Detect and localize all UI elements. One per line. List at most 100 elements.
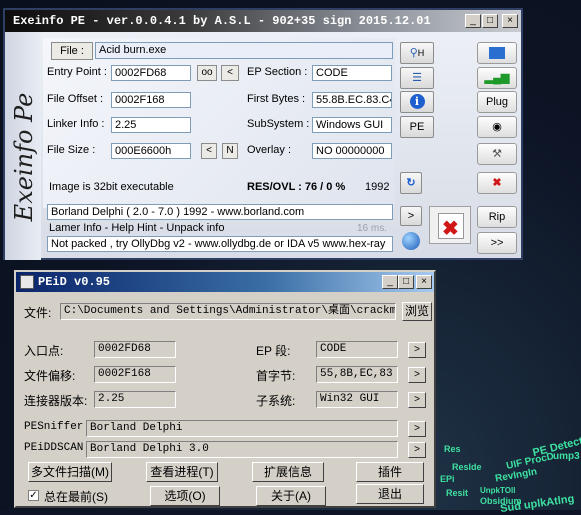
desktop-text: Reslde [452,462,482,472]
peid-subsys-arrow-button[interactable]: > [408,392,426,408]
go-button[interactable]: > [400,206,422,226]
cross-icon: ✖ [442,218,459,240]
desktop-text: Res [444,444,461,454]
image-info-text: Image is 32bit executable [49,181,174,193]
folder-icon [489,47,505,59]
peid-first-arrow-button[interactable]: > [408,367,426,383]
peid-subsys-label: 子系统: [256,394,296,408]
next-button[interactable]: >> [477,232,517,254]
year-text: 1992 [365,181,390,193]
refresh-icon: ↻ [406,177,416,189]
peid-entry-field[interactable]: 0002FD68 [94,341,176,358]
magnifier-icon: ⚲ [409,47,418,59]
peid-ep-field[interactable]: CODE [316,341,398,358]
subsystem-field[interactable]: Windows GUI [312,117,392,133]
desktop-text: Resit [446,488,469,498]
overlay-field[interactable]: NO 00000000 [312,143,392,159]
plugins-button[interactable]: 插件 [356,462,424,482]
peid-offset-field[interactable]: 0002F168 [94,366,176,383]
drop-scan-area[interactable]: ✖ [429,206,471,244]
pesniffer-field[interactable]: Borland Delphi [86,420,398,437]
size-n-button[interactable]: N [222,143,238,159]
peid-close-button[interactable]: × [416,275,432,289]
list-icon: ☰ [412,72,422,84]
pesniffer-arrow-button[interactable]: > [408,421,426,437]
peid-subsys-field[interactable]: Win32 GUI [316,391,398,408]
info-button[interactable]: i [400,91,434,113]
capture-button[interactable]: ◉ [477,116,517,138]
extra-info-button[interactable]: 扩展信息 [252,462,324,482]
plug-button[interactable]: Plug [477,91,517,113]
globe-icon[interactable] [402,232,420,250]
res-ovl-text: RES/OVL : 76 / 0 % [247,181,346,193]
stats-button[interactable]: ▂▄▆ [477,67,517,89]
exit-button[interactable]: ✖ [477,172,517,194]
size-prev-button[interactable]: < [201,143,217,159]
time-text: 16 ms. [357,223,388,234]
tools-button[interactable]: ⚒ [477,143,517,165]
ep-section-field[interactable]: CODE [312,65,392,81]
maximize-button[interactable]: □ [482,14,498,28]
peid-first-field[interactable]: 55,8B,EC,83 [316,366,398,383]
view-process-button[interactable]: 查看进程(T) [146,462,218,482]
file-name-field[interactable]: Acid burn.exe [95,42,393,59]
always-on-top-label[interactable]: 总在最前(S) [44,488,108,505]
close-button[interactable]: × [502,14,518,28]
file-offset-field[interactable]: 0002F168 [111,92,191,108]
search-button[interactable]: ⚲H [400,42,434,64]
peiddscan-arrow-button[interactable]: > [408,442,426,458]
subsystem-label: SubSystem : [247,118,310,130]
options-button[interactable]: 选项(O) [150,486,220,506]
browse-button[interactable]: 浏览 [402,302,432,321]
first-bytes-label: First Bytes : [247,93,306,105]
hint-text[interactable]: Lamer Info - Help Hint - Unpack info [49,222,224,234]
file-offset-label: File Offset : [47,93,104,105]
desktop-text: EPi [440,474,455,484]
file-size-field[interactable]: 000E6600h [111,143,191,159]
peid-linker-field[interactable]: 2.25 [94,391,176,408]
always-on-top-checkbox[interactable]: ✓ [28,490,39,501]
detection-field[interactable]: Borland Delphi ( 2.0 - 7.0 ) 1992 - www.… [47,204,393,220]
desktop-text: ump3 [553,451,580,462]
peid-entry-label: 入口点: [24,344,64,358]
multi-scan-button[interactable]: 多文件扫描(M) [28,462,112,482]
unpack-info-field[interactable]: Not packed , try OllyDbg v2 - www.ollydb… [47,236,393,252]
linker-info-label: Linker Info : [47,118,105,130]
first-bytes-field[interactable]: 55.8B.EC.83.C4 [312,92,392,108]
peid-offset-label: 文件偏移: [24,369,76,383]
file-size-label: File Size : [47,144,96,156]
overlay-label: Overlay : [247,144,292,156]
entry-point-field[interactable]: 0002FD68 [111,65,191,81]
peid-app-icon [20,275,34,289]
bar-chart-icon: ▂▄▆ [484,72,510,84]
peid-exit-button[interactable]: 退出 [356,484,424,504]
minimize-button[interactable]: _ [465,14,481,28]
peid-minimize-button[interactable]: _ [382,275,398,289]
linker-info-field[interactable]: 2.25 [111,117,191,133]
sections-button[interactable]: ☰ [400,67,434,89]
close-x-icon: ✖ [492,177,502,189]
rip-button[interactable]: Rip [477,206,517,228]
pesniffer-label: PESniffer: [24,421,91,433]
exeinfo-logo: Exeinfo Pe [10,92,38,222]
pe-button[interactable]: PE [400,116,434,138]
peid-ep-arrow-button[interactable]: > [408,342,426,358]
wrench-icon: ⚒ [492,148,502,160]
desktop-text: UnpkTOll [480,486,516,495]
peid-window: PEiD v0.95 _ □ × 文件: C:\Documents and Se… [14,270,436,508]
peiddscan-field[interactable]: Borland Delphi 3.0 [86,441,398,458]
refresh-button[interactable]: ↻ [400,172,422,194]
exeinfo-window: Exeinfo PE - ver.0.0.4.1 by A.S.L - 902+… [3,8,523,260]
open-folder-button[interactable] [477,42,517,64]
exeinfo-title: Exeinfo PE - ver.0.0.4.1 by A.S.L - 902+… [5,10,521,32]
about-button[interactable]: 关于(A) [256,486,326,506]
camera-icon: ◉ [492,121,502,133]
ep-section-label: EP Section : [247,66,308,78]
peid-file-path[interactable]: C:\Documents and Settings\Administrator\… [60,303,396,320]
peiddscan-label: PEiDDSCAN: [24,442,91,454]
entry-oo-button[interactable]: oo [197,65,217,81]
entry-prev-button[interactable]: < [221,65,239,81]
file-button[interactable]: File : [51,42,93,60]
peid-maximize-button[interactable]: □ [398,275,414,289]
exeinfo-logo-strip: Exeinfo Pe [5,32,41,260]
